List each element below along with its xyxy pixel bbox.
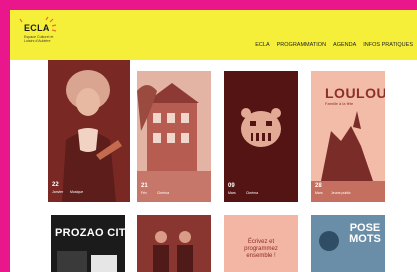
- event-card[interactable]: PROZAO CITY: [51, 215, 125, 272]
- logo-wordmark: ECLA: [24, 23, 50, 33]
- event-card[interactable]: POSE MOTS: [311, 215, 385, 272]
- poster-title: LOULOU: [325, 85, 385, 101]
- event-card[interactable]: [137, 215, 211, 272]
- nav-item-ecla[interactable]: ECLA: [255, 42, 269, 48]
- event-grid: 22 Janvier Musique 21 Fév Cinéma 09 Mars…: [10, 60, 417, 272]
- event-card[interactable]: Écrivez et programmez ensemble !: [224, 215, 298, 272]
- event-category: Cinéma: [157, 191, 170, 195]
- event-month: Mars: [315, 191, 323, 195]
- building-image: [137, 71, 211, 202]
- event-card[interactable]: 21 Fév Cinéma: [137, 71, 211, 202]
- site-logo[interactable]: ECLA Espace Culturel et Loisirs d'Aubièr…: [18, 16, 78, 56]
- main-nav: ECLA PROGRAMMATION AGENDA INFOS PRATIQUE…: [255, 42, 413, 48]
- tiger-icon: [224, 71, 298, 202]
- event-month: Fév: [141, 191, 147, 195]
- event-month: Mars: [228, 191, 236, 195]
- prozao-poster-image: [57, 251, 117, 272]
- browser-viewport: ECLA Espace Culturel et Loisirs d'Aubièr…: [10, 10, 417, 272]
- logo-tagline: Espace Culturel et Loisirs d'Aubière: [24, 35, 54, 43]
- event-category: Jeune public: [331, 191, 351, 195]
- nav-item-infos[interactable]: INFOS PRATIQUES: [363, 42, 413, 48]
- event-category: Cinéma: [246, 191, 259, 195]
- event-day: 09: [228, 183, 235, 189]
- musicians-image: [137, 215, 211, 272]
- poster-title: Écrivez et programmez ensemble !: [244, 239, 278, 259]
- poster-subtitle: Famille à la fête: [325, 101, 354, 106]
- event-day: 22: [52, 182, 59, 188]
- nav-item-programmation[interactable]: PROGRAMMATION: [277, 42, 326, 48]
- event-day: 21: [141, 183, 148, 189]
- event-card[interactable]: 22 Janvier Musique: [48, 60, 130, 202]
- nav-item-agenda[interactable]: AGENDA: [333, 42, 356, 48]
- poster-title: POSE MOTS: [349, 222, 381, 245]
- event-day: 28: [315, 183, 322, 189]
- event-category: Musique: [70, 190, 84, 194]
- event-card[interactable]: LOULOU Famille à la fête 28 Mars Jeune p…: [311, 71, 385, 202]
- portrait-image: [48, 60, 130, 202]
- site-header: ECLA Espace Culturel et Loisirs d'Aubièr…: [10, 10, 417, 60]
- event-month: Janvier: [52, 190, 64, 194]
- event-card[interactable]: 09 Mars Cinéma: [224, 71, 298, 202]
